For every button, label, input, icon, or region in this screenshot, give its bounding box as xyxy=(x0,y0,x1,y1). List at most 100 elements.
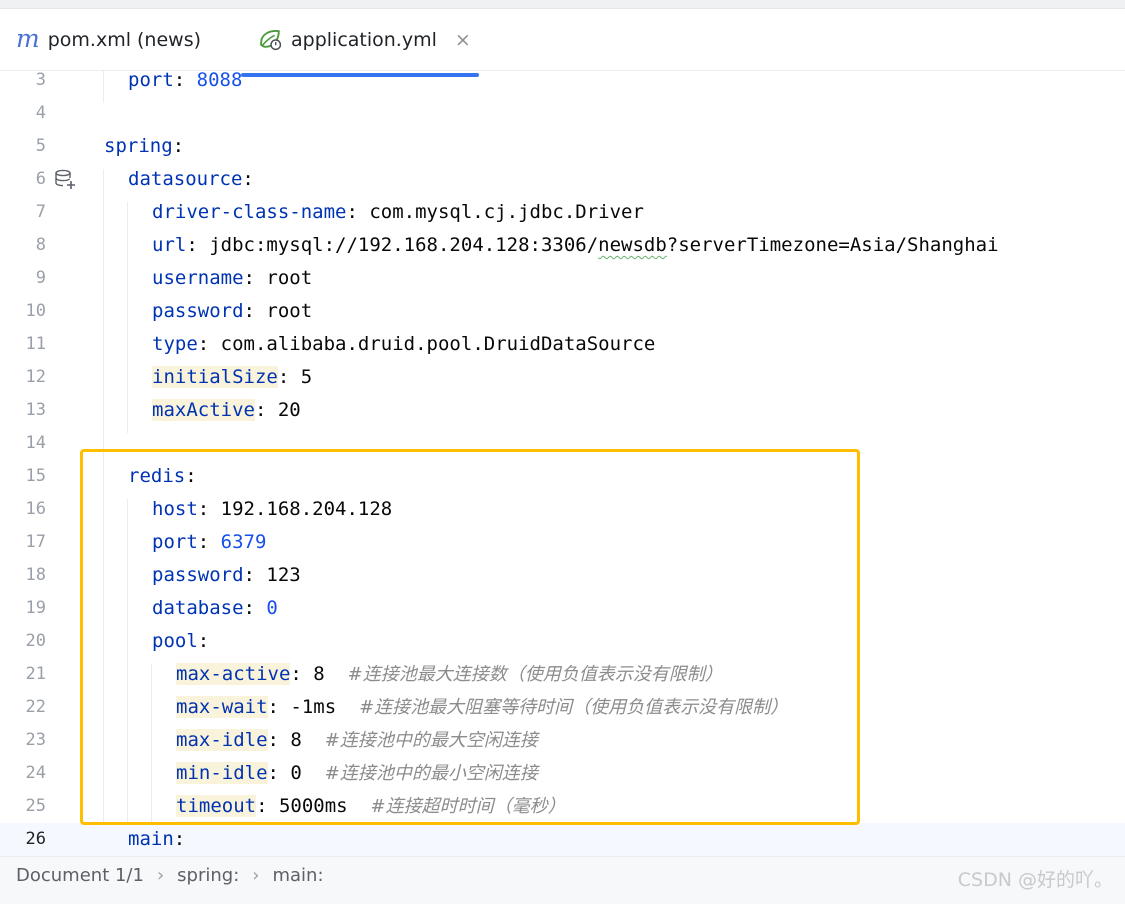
code-line: 6 datasource: xyxy=(0,163,1125,196)
code-line: 17 port: 6379 xyxy=(0,526,1125,559)
code-comment: #连接超时时间（毫秒） xyxy=(370,796,566,817)
yaml-key: pool xyxy=(152,630,198,652)
yaml-key: port xyxy=(128,70,174,91)
database-gutter-icon[interactable] xyxy=(54,168,76,190)
yaml-key: maxActive xyxy=(152,399,255,421)
yaml-value: 5000ms xyxy=(278,795,348,817)
line-number: 19 xyxy=(25,598,46,618)
yaml-value: 6379 xyxy=(220,531,267,553)
chevron-right-icon: › xyxy=(252,865,260,886)
close-icon[interactable]: × xyxy=(455,29,471,51)
yaml-value: 0 xyxy=(266,597,278,619)
code-line: 3 port: 8088 xyxy=(0,70,1125,97)
line-number: 26 xyxy=(25,829,46,849)
tab-pom-xml[interactable]: m pom.xml (news) xyxy=(16,9,201,70)
line-number: 11 xyxy=(25,334,46,354)
line-number: 5 xyxy=(35,136,46,156)
window-top-strip xyxy=(0,0,1125,9)
watermark: CSDN @好的吖。 xyxy=(957,869,1113,891)
line-number: 16 xyxy=(25,499,46,519)
tab-application-yml[interactable]: application.yml × xyxy=(258,9,471,70)
line-number: 9 xyxy=(35,268,46,288)
line-number: 14 xyxy=(25,433,46,453)
code-line: 23 max-idle: 8 #连接池中的最大空闲连接 xyxy=(0,724,1125,757)
yaml-value: 0 xyxy=(290,762,302,784)
yaml-value: root xyxy=(266,300,313,322)
yaml-key: max-wait xyxy=(176,696,268,718)
code-line: 21 max-active: 8 #连接池最大连接数（使用负值表示没有限制） xyxy=(0,658,1125,691)
spring-leaf-icon xyxy=(260,30,282,51)
line-number: 22 xyxy=(25,697,46,717)
spelling-warning: newsdb xyxy=(598,234,667,256)
yaml-key: password xyxy=(152,564,244,586)
code-line: 16 host: 192.168.204.128 xyxy=(0,493,1125,526)
code-line: 19 database: 0 xyxy=(0,592,1125,625)
yaml-key: password xyxy=(152,300,244,322)
line-number: 12 xyxy=(25,367,46,387)
tab-label: application.yml xyxy=(291,28,437,51)
yaml-value: 8 xyxy=(290,729,302,751)
code-line: 15 redis: xyxy=(0,460,1125,493)
status-bar: Document 1/1 › spring: › main: CSDN @好的吖… xyxy=(0,856,1125,904)
tab-label: pom.xml (news) xyxy=(47,28,202,51)
line-number: 24 xyxy=(25,763,46,783)
line-number: 6 xyxy=(35,169,46,189)
code-line: 4 xyxy=(0,97,1125,130)
yaml-value: 8 xyxy=(313,663,325,685)
line-number: 21 xyxy=(25,664,46,684)
code-line: 9 username: root xyxy=(0,262,1125,295)
line-number: 10 xyxy=(25,301,46,321)
line-number: 18 xyxy=(25,565,46,585)
yaml-value: com.alibaba.druid.pool.DruidDataSource xyxy=(220,333,656,355)
code-editor[interactable]: 3 port: 8088 4 5 spring: 6 datasource: 7… xyxy=(0,70,1125,856)
code-comment: #连接池最大阻塞等待时间（使用负值表示没有限制） xyxy=(359,697,789,718)
code-line: 8 url: jdbc:mysql://192.168.204.128:3306… xyxy=(0,229,1125,262)
line-number: 4 xyxy=(35,103,46,123)
code-line: 22 max-wait: -1ms #连接池最大阻塞等待时间（使用负值表示没有限… xyxy=(0,691,1125,724)
line-number: 15 xyxy=(25,466,46,486)
line-number: 7 xyxy=(35,202,46,222)
yaml-value: ?serverTimezone=Asia/Shanghai xyxy=(666,234,999,256)
code-line: 10 password: root xyxy=(0,295,1125,328)
yaml-value: root xyxy=(266,267,313,289)
yaml-key: username xyxy=(152,267,244,289)
line-number: 17 xyxy=(25,532,46,552)
line-number: 3 xyxy=(35,70,46,90)
breadcrumb-item[interactable]: main: xyxy=(272,857,323,895)
code-line: 13 maxActive: 20 xyxy=(0,394,1125,427)
code-comment: #连接池最大连接数（使用负值表示没有限制） xyxy=(347,664,723,685)
yaml-key: driver-class-name xyxy=(152,201,347,223)
yaml-value: 8088 xyxy=(196,70,243,91)
yaml-key: datasource xyxy=(128,168,243,190)
chevron-right-icon: › xyxy=(156,865,165,886)
code-line: 25 timeout: 5000ms #连接超时时间（毫秒） xyxy=(0,790,1125,823)
yaml-key: timeout xyxy=(176,795,257,817)
code-comment: #连接池中的最小空闲连接 xyxy=(324,763,538,784)
maven-m-icon: m xyxy=(16,24,40,53)
yaml-key: main xyxy=(128,828,174,850)
yaml-value: com.mysql.cj.jdbc.Driver xyxy=(369,201,644,223)
yaml-key: max-active xyxy=(176,663,291,685)
line-number: 13 xyxy=(25,400,46,420)
line-number: 20 xyxy=(25,631,46,651)
breadcrumb-item[interactable]: Document 1/1 xyxy=(16,857,144,895)
yaml-key: host xyxy=(152,498,198,520)
yaml-value: 192.168.204.128 xyxy=(220,498,393,520)
code-line: 12 initialSize: 5 xyxy=(0,361,1125,394)
yaml-value: -1ms xyxy=(290,696,337,718)
current-code-line: 26 main: xyxy=(0,823,1125,856)
editor-tab-bar: m pom.xml (news) application.yml × xyxy=(0,9,1125,77)
breadcrumb: Document 1/1 › spring: › main: xyxy=(16,857,324,895)
code-line: 18 password: 123 xyxy=(0,559,1125,592)
code-line: 5 spring: xyxy=(0,130,1125,163)
yaml-key: max-idle xyxy=(176,729,268,751)
line-number: 23 xyxy=(25,730,46,750)
code-line: 20 pool: xyxy=(0,625,1125,658)
line-number: 8 xyxy=(35,235,46,255)
line-number: 25 xyxy=(25,796,46,816)
yaml-value: jdbc:mysql://192.168.204.128:3306/ xyxy=(209,234,599,256)
yaml-value: 20 xyxy=(277,399,301,421)
yaml-key: type xyxy=(152,333,198,355)
breadcrumb-item[interactable]: spring: xyxy=(177,857,239,895)
yaml-value: 5 xyxy=(300,366,313,388)
